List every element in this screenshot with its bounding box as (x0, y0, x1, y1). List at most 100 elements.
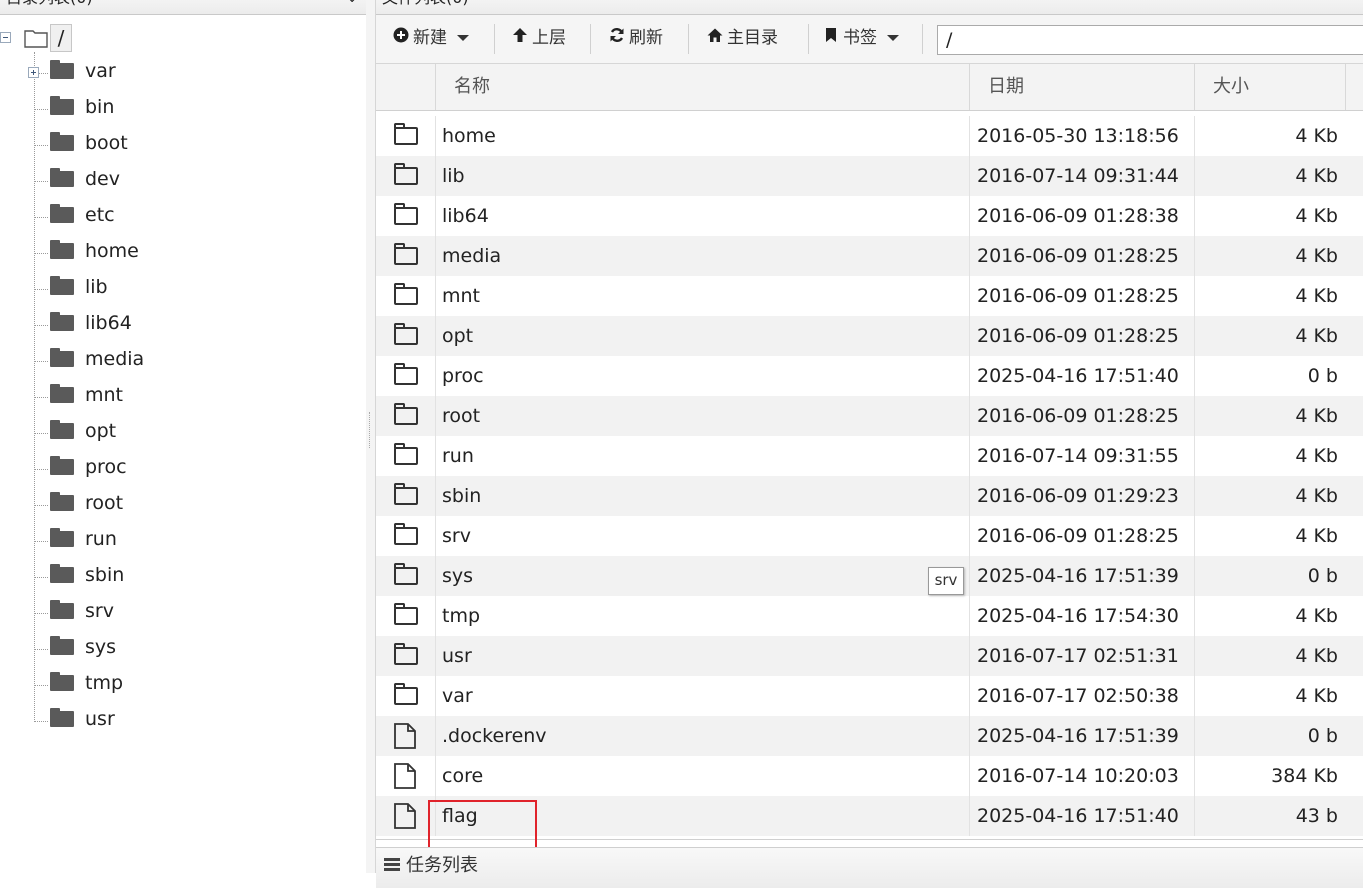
file-row[interactable]: lib64 2016-06-09 01:28:38 4 Kb (376, 196, 1363, 236)
file-name[interactable]: .dockerenv (442, 716, 547, 756)
tree-item-lib64[interactable]: lib64 (0, 308, 360, 344)
tree-item-var[interactable]: var (0, 56, 360, 92)
file-row[interactable]: run 2016-07-14 09:31:55 4 Kb (376, 436, 1363, 476)
column-header-name[interactable]: 名称 (436, 64, 970, 110)
file-row[interactable]: root 2016-06-09 01:28:25 4 Kb (376, 396, 1363, 436)
tree-item-etc[interactable]: etc (0, 200, 360, 236)
tree-item-label[interactable]: boot (85, 131, 128, 155)
tree-item-label[interactable]: bin (85, 95, 114, 119)
column-header-size[interactable]: 大小 (1195, 64, 1346, 110)
tree-item-media[interactable]: media (0, 344, 360, 380)
collapse-chevron-icon[interactable]: ⌄ (346, 0, 358, 8)
tree-item-label[interactable]: home (85, 239, 139, 263)
tree-item-bin[interactable]: bin (0, 92, 360, 128)
cell-divider (435, 756, 436, 796)
file-size: 43 b (1295, 805, 1338, 827)
tree-item-home[interactable]: home (0, 236, 360, 272)
toolbar-separator (808, 24, 809, 54)
column-header-date[interactable]: 日期 (970, 64, 1195, 110)
path-input[interactable]: / (937, 25, 1363, 55)
row-icon-cell (376, 436, 436, 476)
tree-item-label[interactable]: lib64 (85, 311, 132, 335)
tree-item-root[interactable]: root (0, 488, 360, 524)
tree-item-lib[interactable]: lib (0, 272, 360, 308)
file-row[interactable]: srv 2016-06-09 01:28:25 4 Kb (376, 516, 1363, 556)
splitter-grip[interactable] (369, 412, 372, 448)
file-row[interactable]: core 2016-07-14 10:20:03 384 Kb (376, 756, 1363, 796)
cell-divider (1194, 276, 1195, 316)
file-name[interactable]: usr (442, 636, 472, 676)
file-row[interactable]: tmp 2025-04-16 17:54:30 4 Kb (376, 596, 1363, 636)
up-button[interactable]: 上层 (511, 23, 566, 53)
file-row[interactable]: usr 2016-07-17 02:51:31 4 Kb (376, 636, 1363, 676)
tree-item-sys[interactable]: sys (0, 632, 360, 668)
task-list-bar[interactable]: 任务列表 (376, 847, 1363, 888)
tree-item-label[interactable]: media (85, 347, 144, 371)
file-row[interactable]: media 2016-06-09 01:28:25 4 Kb (376, 236, 1363, 276)
tree-item-label[interactable]: root (85, 491, 123, 515)
new-button[interactable]: 新建 (392, 23, 469, 53)
file-name[interactable]: srv (442, 516, 471, 556)
tree-item-label[interactable]: sbin (85, 563, 124, 587)
tree-item-label[interactable]: var (85, 59, 116, 83)
file-name[interactable]: media (442, 236, 501, 276)
tree-item-label[interactable]: opt (85, 419, 116, 443)
file-name[interactable]: lib (442, 156, 465, 196)
home-button[interactable]: 主目录 (706, 23, 778, 53)
file-row[interactable]: sbin 2016-06-09 01:29:23 4 Kb (376, 476, 1363, 516)
file-name[interactable]: run (442, 436, 474, 476)
tree-item-label[interactable]: proc (85, 455, 127, 479)
tree-root-label[interactable]: / (50, 24, 72, 52)
cell-divider (969, 636, 970, 676)
file-name[interactable]: home (442, 116, 496, 156)
file-row[interactable]: var 2016-07-17 02:50:38 4 Kb (376, 676, 1363, 716)
file-name[interactable]: core (442, 756, 483, 796)
tree-item-opt[interactable]: opt (0, 416, 360, 452)
file-name[interactable]: root (442, 396, 480, 436)
tree-item-label[interactable]: run (85, 527, 117, 551)
bookmark-button[interactable]: 书签 (822, 23, 899, 53)
tree-item-dev[interactable]: dev (0, 164, 360, 200)
task-list-title: 任务列表 (406, 855, 478, 876)
refresh-button[interactable]: 刷新 (608, 23, 663, 53)
panel-splitter[interactable] (366, 0, 376, 873)
expand-toggle-icon[interactable] (28, 67, 39, 78)
file-name[interactable]: sys (442, 556, 473, 596)
tree-item-boot[interactable]: boot (0, 128, 360, 164)
file-row[interactable]: .dockerenv 2025-04-16 17:51:39 0 b (376, 716, 1363, 756)
collapse-toggle-icon[interactable] (0, 32, 11, 43)
file-name[interactable]: sbin (442, 476, 481, 516)
tree-item-mnt[interactable]: mnt (0, 380, 360, 416)
tree-item-label[interactable]: dev (85, 167, 120, 191)
tree-item-label[interactable]: mnt (85, 383, 123, 407)
file-name[interactable]: opt (442, 316, 473, 356)
file-row[interactable]: home 2016-05-30 13:18:56 4 Kb (376, 116, 1363, 156)
tree-connector (34, 469, 48, 470)
file-row[interactable]: sys 2025-04-16 17:51:39 0 b (376, 556, 1363, 596)
file-name[interactable]: tmp (442, 596, 480, 636)
file-name[interactable]: mnt (442, 276, 480, 316)
file-row[interactable]: proc 2025-04-16 17:51:40 0 b (376, 356, 1363, 396)
highlight-box (428, 800, 537, 854)
file-row[interactable]: lib 2016-07-14 09:31:44 4 Kb (376, 156, 1363, 196)
tree-item-proc[interactable]: proc (0, 452, 360, 488)
tree-connector (34, 181, 48, 182)
tree-item-label[interactable]: srv (85, 599, 114, 623)
tree-item-label[interactable]: lib (85, 275, 108, 299)
tree-item-usr[interactable]: usr (0, 704, 360, 740)
tree-item-label[interactable]: tmp (85, 671, 123, 695)
file-name[interactable]: var (442, 676, 473, 716)
tree-item-run[interactable]: run (0, 524, 360, 560)
file-date: 2025-04-16 17:51:39 (977, 725, 1179, 747)
file-name[interactable]: proc (442, 356, 484, 396)
tree-item-tmp[interactable]: tmp (0, 668, 360, 704)
tree-item-label[interactable]: usr (85, 707, 115, 731)
file-date: 2016-07-17 02:51:31 (977, 645, 1179, 667)
tree-item-label[interactable]: sys (85, 635, 116, 659)
tree-item-srv[interactable]: srv (0, 596, 360, 632)
file-name[interactable]: lib64 (442, 196, 489, 236)
file-row[interactable]: opt 2016-06-09 01:28:25 4 Kb (376, 316, 1363, 356)
tree-item-sbin[interactable]: sbin (0, 560, 360, 596)
file-row[interactable]: mnt 2016-06-09 01:28:25 4 Kb (376, 276, 1363, 316)
tree-item-label[interactable]: etc (85, 203, 115, 227)
